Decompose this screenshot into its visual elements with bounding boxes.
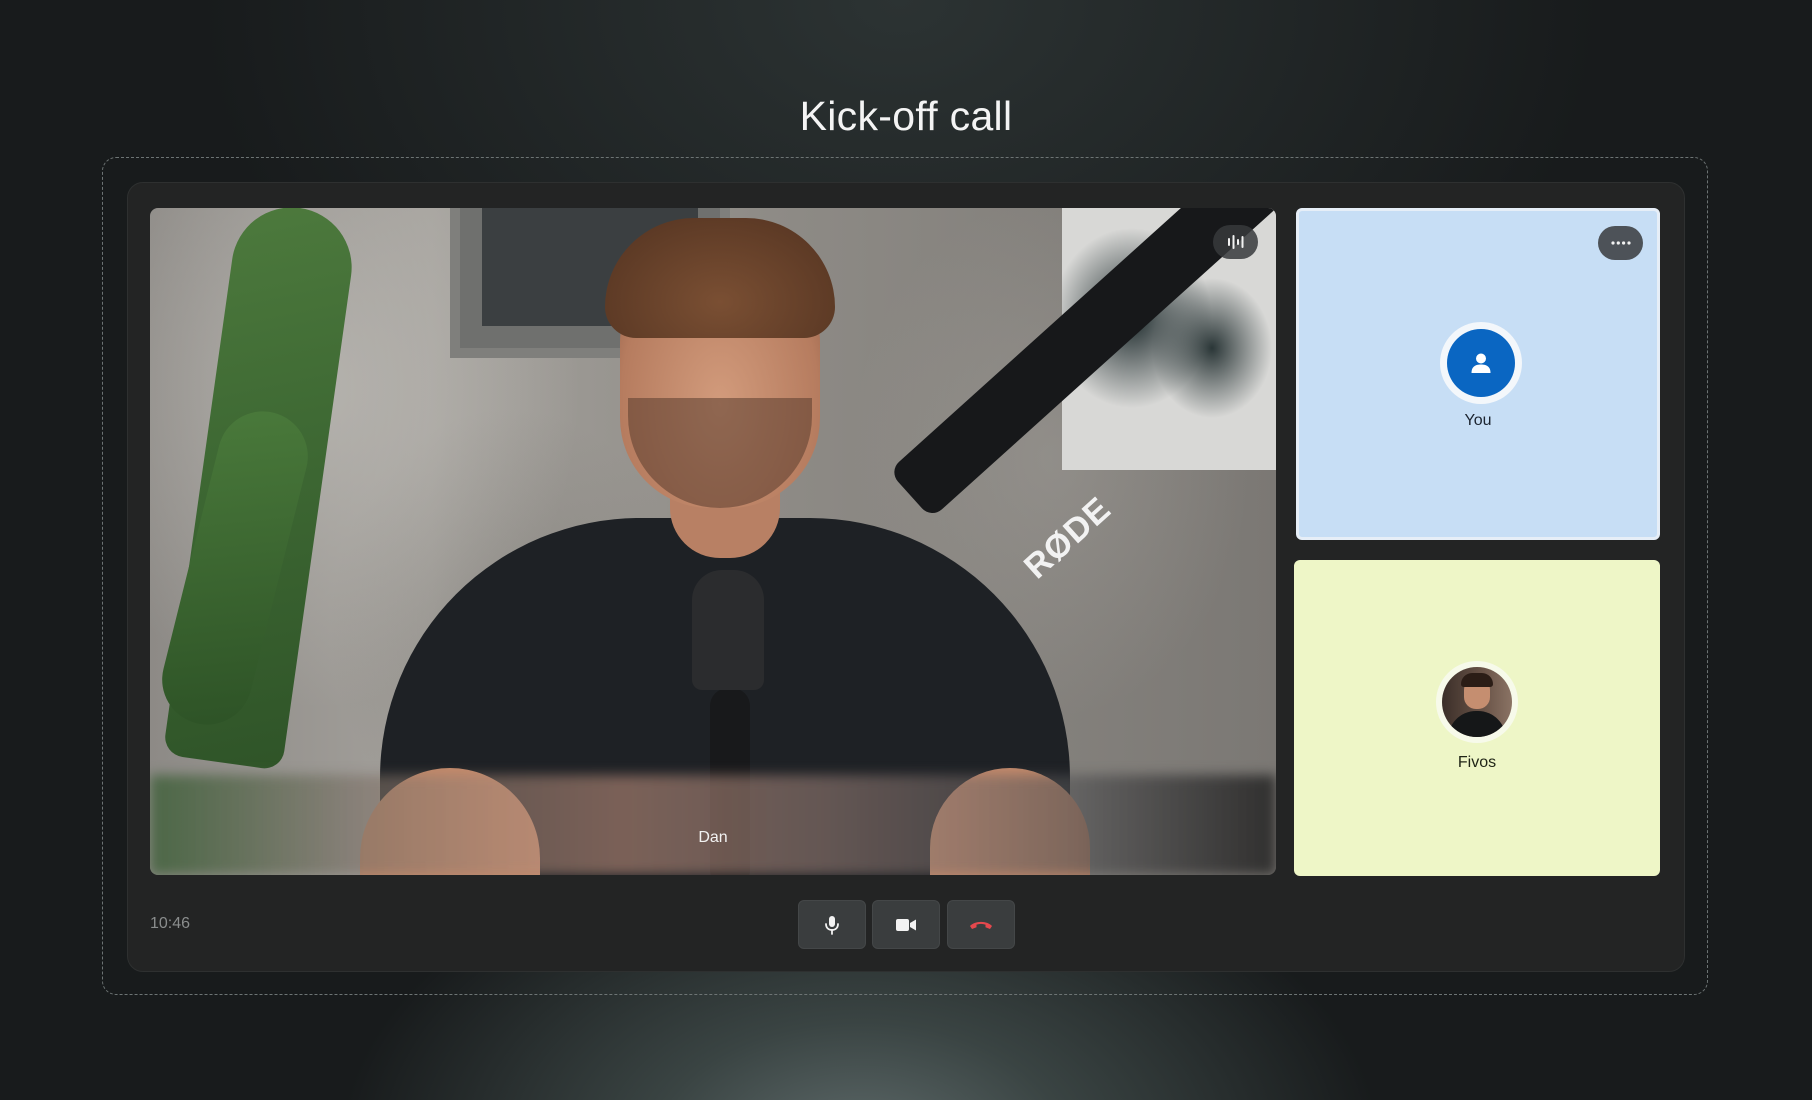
hang-up-icon bbox=[970, 921, 992, 929]
participant-tile-you[interactable]: You bbox=[1296, 208, 1660, 540]
participant-name: You bbox=[1464, 412, 1492, 429]
main-video-tile[interactable]: RØDE Dan bbox=[150, 208, 1276, 875]
avatar-photo-hair bbox=[1461, 673, 1493, 687]
avatar bbox=[1447, 329, 1515, 397]
avatar-ring bbox=[1440, 322, 1522, 404]
page-title: Kick-off call bbox=[799, 93, 1013, 140]
end-call-button[interactable] bbox=[947, 900, 1015, 949]
more-dots-icon bbox=[1610, 241, 1631, 245]
user-icon bbox=[1471, 353, 1491, 373]
participant-name: Fivos bbox=[1457, 754, 1497, 771]
camera-button[interactable] bbox=[872, 900, 940, 949]
video-microphone bbox=[692, 570, 764, 690]
mute-button[interactable] bbox=[798, 900, 866, 949]
video-name-scrim bbox=[150, 775, 1276, 875]
audio-waveform-icon bbox=[1227, 235, 1243, 249]
avatar-photo-body bbox=[1448, 711, 1506, 737]
video-camera-icon bbox=[896, 918, 916, 931]
tile-menu-button[interactable] bbox=[1598, 226, 1643, 260]
call-timer: 10:46 bbox=[150, 915, 191, 932]
audio-indicator-button[interactable] bbox=[1213, 225, 1258, 259]
avatar bbox=[1442, 667, 1512, 737]
video-person-hair bbox=[605, 218, 835, 338]
participant-name: Dan bbox=[698, 829, 728, 846]
avatar-ring bbox=[1436, 661, 1518, 743]
participant-tile-fivos[interactable]: Fivos bbox=[1294, 560, 1660, 876]
microphone-icon bbox=[825, 915, 839, 935]
